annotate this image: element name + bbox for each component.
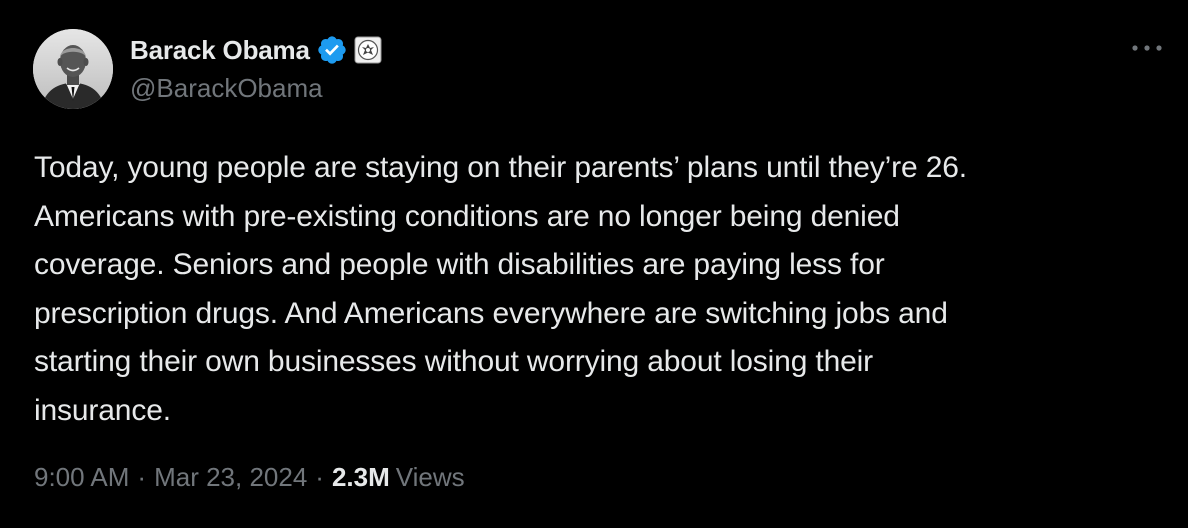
author-avatar[interactable] <box>33 29 113 109</box>
tweet-text: Today, young people are staying on their… <box>34 144 1164 435</box>
meta-separator: · <box>315 462 324 492</box>
tweet-text-line: insurance. <box>34 393 171 427</box>
author-display-name[interactable]: Barack Obama <box>130 35 310 66</box>
tweet-card: Barack Obama @BarackObama Today, young p… <box>0 0 1188 528</box>
tweet-text-line: Today, young people are staying on their… <box>34 151 967 184</box>
government-seal-icon[interactable] <box>354 36 382 64</box>
tweet-meta: 9:00 AM · Mar 23, 2024 · 2.3M Views <box>34 462 465 493</box>
meta-separator: · <box>137 462 147 492</box>
author-name-row: Barack Obama <box>130 33 382 67</box>
verified-checkmark-icon[interactable] <box>316 34 348 66</box>
author-handle[interactable]: @BarackObama <box>130 73 323 104</box>
more-options-button[interactable] <box>1130 36 1164 60</box>
tweet-text-line: prescription drugs. And Americans everyw… <box>34 296 948 330</box>
more-horizontal-icon <box>1132 45 1162 51</box>
tweet-text-line: coverage. Seniors and people with disabi… <box>34 248 885 281</box>
tweet-timestamp-time[interactable]: 9:00 AM <box>34 462 129 493</box>
avatar-image <box>33 29 113 109</box>
tweet-text-line: starting their own businesses without wo… <box>34 345 874 378</box>
tweet-text-line: Americans with pre-existing conditions a… <box>34 199 900 233</box>
views-count[interactable]: 2.3M <box>332 462 390 493</box>
tweet-timestamp-date[interactable]: Mar 23, 2024 <box>154 462 307 493</box>
views-label[interactable]: Views <box>396 462 465 493</box>
